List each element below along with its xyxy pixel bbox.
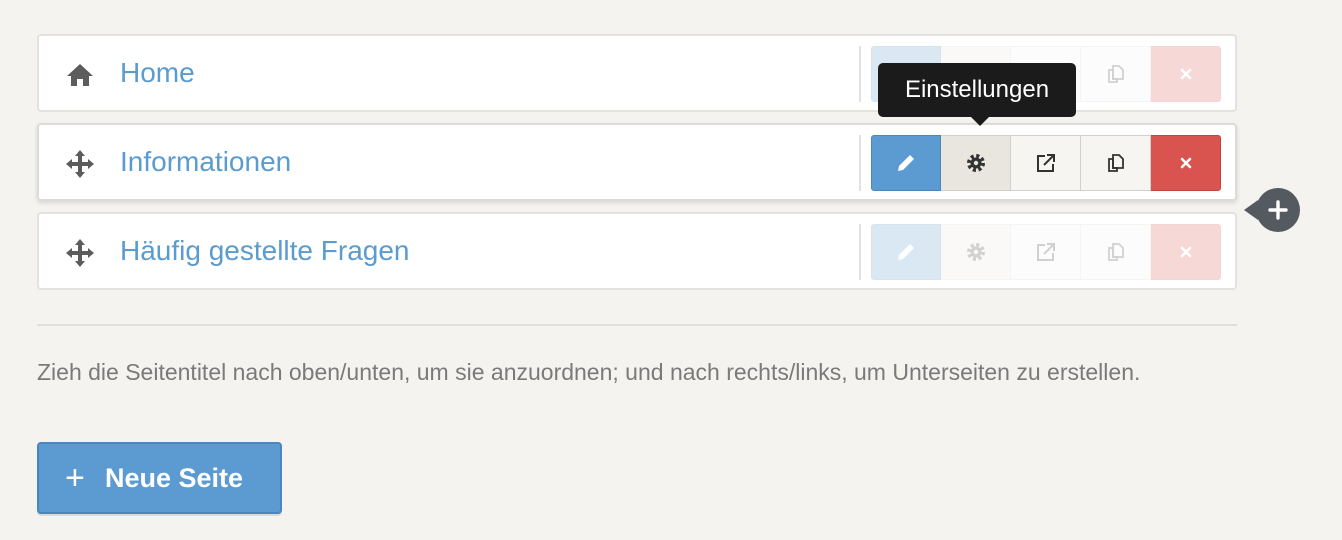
home-icon — [65, 60, 95, 90]
settings-button[interactable] — [941, 135, 1011, 191]
edit-button[interactable] — [871, 135, 941, 191]
delete-button[interactable] — [1151, 46, 1221, 102]
external-link-icon — [1036, 243, 1055, 261]
duplicate-icon — [1107, 243, 1124, 261]
page-title-link[interactable]: Home — [120, 36, 195, 110]
page-actions — [871, 135, 1221, 191]
close-icon — [1180, 68, 1191, 80]
delete-button[interactable] — [1151, 135, 1221, 191]
close-icon — [1180, 157, 1191, 169]
duplicate-button[interactable] — [1081, 135, 1151, 191]
page-actions — [871, 224, 1221, 280]
add-subpage-button[interactable] — [1256, 188, 1300, 232]
gear-icon — [966, 154, 985, 172]
row-divider — [859, 224, 861, 280]
pencil-icon — [898, 155, 914, 171]
page-row-informationen[interactable]: Informationen — [37, 123, 1237, 201]
settings-tooltip: Einstellungen — [878, 63, 1076, 117]
external-link-icon — [1036, 154, 1055, 172]
edit-button[interactable] — [871, 224, 941, 280]
tooltip-arrow — [971, 117, 989, 126]
move-icon[interactable] — [65, 238, 95, 268]
plus-icon: + — [65, 459, 85, 497]
divider — [37, 324, 1237, 326]
new-page-button[interactable]: + Neue Seite — [37, 442, 282, 514]
help-text: Zieh die Seitentitel nach oben/unten, um… — [37, 359, 1141, 385]
gear-icon — [966, 243, 985, 261]
open-page-button[interactable] — [1011, 135, 1081, 191]
delete-button[interactable] — [1151, 224, 1221, 280]
pencil-icon — [898, 244, 914, 260]
settings-button[interactable] — [941, 224, 1011, 280]
page-row-faq[interactable]: Häufig gestellte Fragen — [37, 212, 1237, 290]
page-title-link[interactable]: Informationen — [120, 125, 291, 199]
close-icon — [1180, 246, 1191, 258]
row-divider — [859, 46, 861, 102]
duplicate-button[interactable] — [1081, 224, 1151, 280]
duplicate-icon — [1107, 154, 1124, 172]
move-icon[interactable] — [65, 149, 95, 179]
plus-icon — [1268, 200, 1288, 220]
page-title-link[interactable]: Häufig gestellte Fragen — [120, 214, 410, 288]
duplicate-icon — [1107, 65, 1124, 83]
new-page-button-label: Neue Seite — [105, 462, 244, 493]
open-page-button[interactable] — [1011, 224, 1081, 280]
row-divider — [859, 135, 861, 191]
duplicate-button[interactable] — [1081, 46, 1151, 102]
